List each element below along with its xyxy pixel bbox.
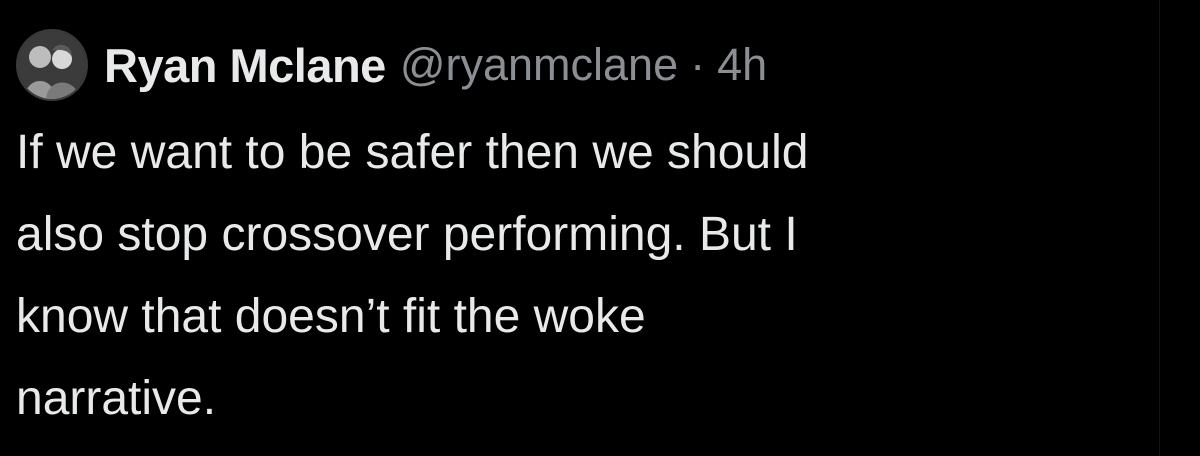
profile-photo-icon: [18, 31, 86, 99]
tweet-text-line: know that doesn’t fit the woke: [16, 290, 646, 343]
avatar[interactable]: [16, 29, 88, 101]
tweet-timestamp[interactable]: 4h: [717, 39, 767, 91]
author-handle[interactable]: @ryanmclane: [400, 39, 678, 91]
tweet-header: Ryan Mclane @ryanmclane · 4h: [16, 29, 767, 101]
tweet-card[interactable]: Ryan Mclane @ryanmclane · 4h If we want …: [0, 0, 1160, 456]
author-display-name[interactable]: Ryan Mclane: [104, 38, 386, 93]
tweet-text-line: also stop crossover performing. But I: [16, 208, 798, 261]
tweet-text: If we want to be safer then we should al…: [16, 112, 1126, 440]
header-separator: ·: [690, 39, 706, 90]
tweet-text-line: narrative.: [16, 372, 217, 425]
tweet-text-line: If we want to be safer then we should: [16, 126, 809, 179]
